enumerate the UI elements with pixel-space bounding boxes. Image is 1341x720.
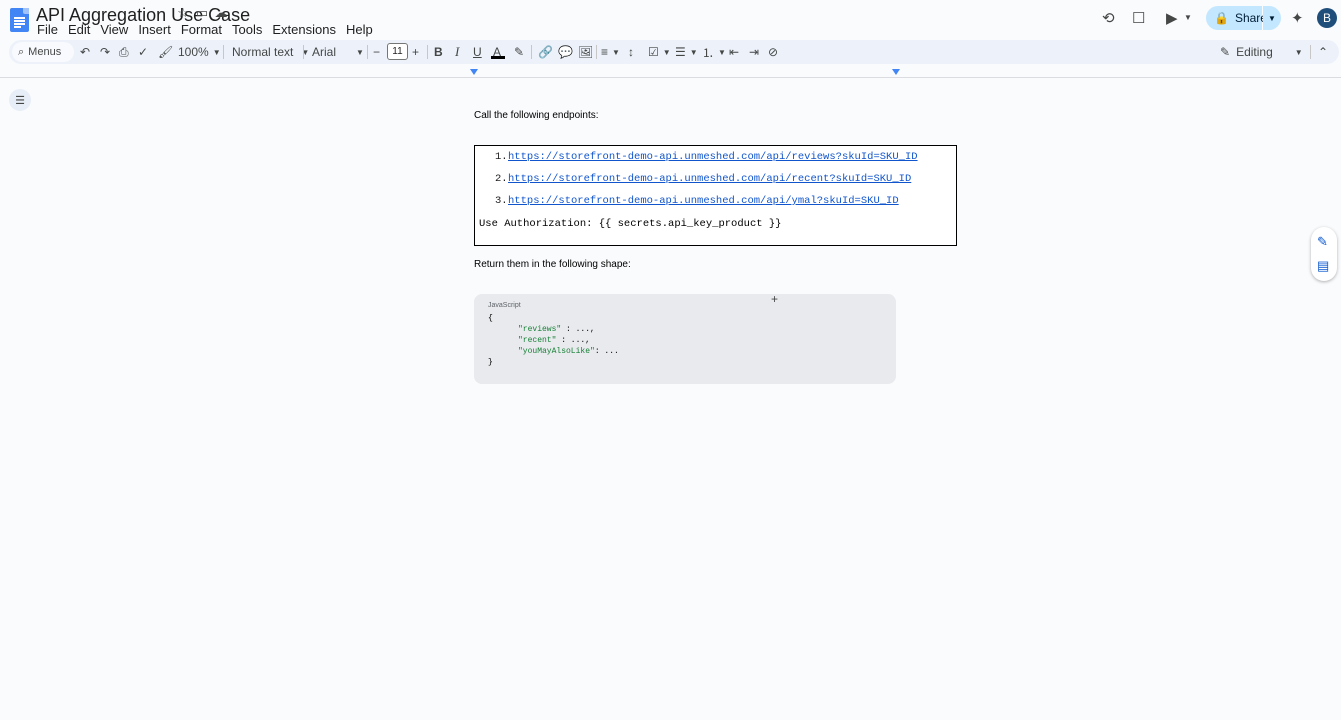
style-value: Normal text bbox=[232, 45, 294, 59]
menu-view[interactable]: View bbox=[95, 21, 133, 38]
menu-help[interactable]: Help bbox=[341, 21, 378, 38]
share-button[interactable]: 🔒 Share bbox=[1206, 6, 1267, 30]
gemini-icon[interactable]: ✦ bbox=[1291, 9, 1304, 27]
snippet-line: "reviews" : ..., bbox=[518, 325, 595, 334]
move-folder-icon[interactable]: ▭ bbox=[195, 6, 209, 20]
lock-icon: 🔒 bbox=[1214, 11, 1229, 25]
collapse-toolbar-icon[interactable]: ⌃ bbox=[1318, 40, 1328, 64]
font-value: Arial bbox=[312, 45, 337, 59]
title-bar: API Aggregation Use Case ☆ ▭ ☁ File Edit… bbox=[0, 0, 1341, 38]
menu-file[interactable]: File bbox=[32, 21, 63, 38]
snippet-language: JavaScript bbox=[488, 302, 521, 309]
list-number: 1. bbox=[495, 151, 508, 163]
font-size-input[interactable]: 11 bbox=[387, 43, 408, 60]
code-snippet[interactable]: JavaScript + { "reviews" : ..., "recent"… bbox=[474, 292, 896, 384]
version-history-icon[interactable]: ⟲ bbox=[1102, 9, 1115, 27]
intro-text: Call the following endpoints: bbox=[474, 110, 599, 121]
toolbar: ⌕ Menus ↶ ↷ ⎙ ✓ 🖌 100% ▼ Normal text ▼ Ari… bbox=[9, 40, 1339, 64]
decrease-indent-icon[interactable]: ⇤ bbox=[729, 40, 739, 64]
outline-icon[interactable]: ☰ bbox=[9, 89, 31, 111]
share-options-button[interactable]: ▼ bbox=[1263, 6, 1281, 30]
spellcheck-icon[interactable]: ✓ bbox=[138, 40, 148, 64]
meet-icon[interactable]: ▶ bbox=[1166, 9, 1178, 27]
increase-indent-icon[interactable]: ⇥ bbox=[749, 40, 759, 64]
endpoint-link[interactable]: https://storefront-demo-api.unmeshed.com… bbox=[508, 151, 918, 163]
print-icon[interactable]: ⎙ bbox=[119, 40, 129, 64]
auth-line: Use Authorization: {{ secrets.api_key_pr… bbox=[479, 218, 782, 230]
mode-value: Editing bbox=[1236, 45, 1273, 59]
menu-edit[interactable]: Edit bbox=[63, 21, 95, 38]
snippet-line: "recent" : ..., bbox=[518, 336, 591, 345]
snippet-open-brace: { bbox=[488, 314, 493, 323]
menu-format[interactable]: Format bbox=[176, 21, 227, 38]
menu-insert[interactable]: Insert bbox=[133, 21, 176, 38]
chevron-down-icon[interactable]: ▼ bbox=[1184, 13, 1192, 22]
left-indent-marker[interactable] bbox=[470, 69, 478, 75]
checklist-icon[interactable]: ☑ ▼ bbox=[648, 40, 671, 64]
link-icon[interactable]: 🔗 bbox=[538, 40, 553, 64]
endpoint-link[interactable]: https://storefront-demo-api.unmeshed.com… bbox=[508, 195, 899, 207]
endpoint-box: 1. https://storefront-demo-api.unmeshed.… bbox=[474, 145, 957, 246]
undo-icon[interactable]: ↶ bbox=[80, 40, 90, 64]
increase-font-size-icon[interactable]: + bbox=[412, 40, 419, 64]
menu-tools[interactable]: Tools bbox=[227, 21, 267, 38]
menus-label: Menus bbox=[28, 46, 62, 58]
endpoint-link[interactable]: https://storefront-demo-api.unmeshed.com… bbox=[508, 173, 911, 185]
decrease-font-size-icon[interactable]: − bbox=[373, 40, 380, 64]
style-select[interactable]: Normal text ▼ bbox=[232, 40, 309, 64]
snippet-close-brace: } bbox=[488, 358, 493, 367]
bold-icon[interactable]: B bbox=[434, 40, 443, 64]
highlight-icon[interactable]: ✎ bbox=[514, 40, 524, 64]
menu-bar: File Edit View Insert Format Tools Exten… bbox=[32, 21, 378, 38]
summarize-icon[interactable]: ▤ bbox=[1317, 258, 1329, 274]
list-number: 2. bbox=[495, 173, 508, 185]
return-text: Return them in the following shape: bbox=[474, 259, 631, 270]
ruler bbox=[0, 66, 1341, 78]
star-icon[interactable]: ☆ bbox=[176, 6, 190, 20]
zoom-value: 100% bbox=[178, 45, 209, 59]
cloud-status-icon[interactable]: ☁ bbox=[214, 6, 228, 20]
right-indent-marker[interactable] bbox=[892, 69, 900, 75]
underline-icon[interactable]: U bbox=[473, 40, 482, 64]
line-spacing-icon[interactable]: ↕ bbox=[628, 40, 634, 64]
font-select[interactable]: Arial ▼ bbox=[312, 40, 364, 64]
image-icon[interactable]: 🖼 bbox=[578, 40, 593, 64]
bulleted-list-icon[interactable]: ☰ ▼ bbox=[675, 40, 698, 64]
comment-icon[interactable]: 💬 bbox=[558, 40, 573, 64]
italic-icon[interactable]: I bbox=[455, 40, 459, 64]
pencil-icon: ✎ bbox=[1220, 45, 1231, 59]
text-color-swatch bbox=[491, 56, 505, 59]
zoom-select[interactable]: 100% ▼ bbox=[178, 40, 221, 64]
add-icon[interactable]: + bbox=[771, 292, 778, 306]
text-color-icon[interactable]: A bbox=[493, 40, 501, 64]
side-panel: ✎ ▤ bbox=[1311, 227, 1337, 281]
help-me-write-icon[interactable]: ✎ bbox=[1317, 234, 1328, 250]
align-icon[interactable]: ≡ ▼ bbox=[601, 40, 620, 64]
menu-extensions[interactable]: Extensions bbox=[267, 21, 341, 38]
search-icon: ⌕ bbox=[18, 45, 25, 58]
snippet-line: "youMayAlsoLike": ... bbox=[518, 347, 619, 356]
avatar[interactable]: B bbox=[1317, 8, 1337, 28]
docs-logo-icon[interactable] bbox=[10, 8, 29, 32]
redo-icon[interactable]: ↷ bbox=[100, 40, 110, 64]
paint-format-icon[interactable]: 🖌 bbox=[158, 40, 173, 64]
menus-search[interactable]: ⌕ Menus bbox=[12, 42, 74, 62]
list-number: 3. bbox=[495, 195, 508, 207]
comments-icon[interactable]: ☐ bbox=[1132, 9, 1145, 27]
clear-formatting-icon[interactable]: ⊘ bbox=[768, 40, 778, 64]
numbered-list-icon[interactable]: ⒈ ▼ bbox=[702, 40, 726, 64]
editing-mode-select[interactable]: ✎ Editing ▼ bbox=[1220, 40, 1303, 64]
